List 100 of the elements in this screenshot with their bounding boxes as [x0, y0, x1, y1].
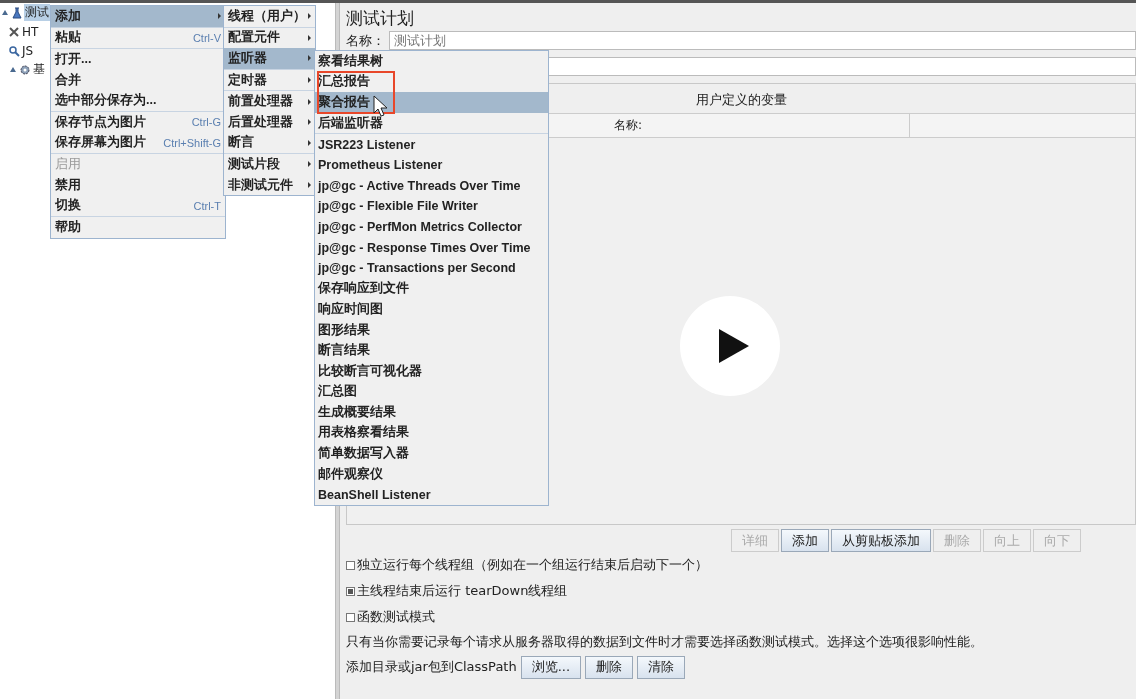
menu-item[interactable]: 保存节点为图片 Ctrl-G: [51, 111, 225, 133]
menu-item[interactable]: 邮件观察仪: [315, 463, 548, 485]
mouse-pointer-icon: [373, 95, 387, 117]
name-field[interactable]: 测试计划: [389, 31, 1136, 50]
classpath-button[interactable]: 浏览...: [520, 655, 582, 679]
menu-item-label: 汇总报告: [318, 73, 370, 91]
menu-item-label: 简单数据写入器: [318, 445, 409, 463]
menu-item[interactable]: 响应时间图: [315, 299, 548, 320]
menu-item-label: jp@gc - Response Times Over Time: [318, 240, 531, 255]
table-button[interactable]: 添加: [781, 529, 829, 552]
checkbox-label: 函数测试模式: [357, 608, 435, 626]
menu-item-label: 切换: [55, 197, 81, 215]
menu-item-label: 图形结果: [318, 321, 370, 339]
menu-item[interactable]: 简单数据写入器: [315, 443, 548, 464]
menu-item[interactable]: 非测试元件: [224, 174, 315, 196]
menu-item-label: 粘贴: [55, 29, 81, 47]
field-label: 名称：: [346, 31, 385, 50]
menu-item[interactable]: 合并: [51, 69, 225, 91]
menu-item[interactable]: jp@gc - Response Times Over Time: [315, 237, 548, 258]
menu-item-label: 后置处理器: [228, 113, 293, 131]
menu-item[interactable]: 后置处理器: [224, 111, 315, 133]
menu-item-label: jp@gc - PerfMon Metrics Collector: [318, 220, 522, 235]
menu-item[interactable]: 切换 Ctrl-T: [51, 195, 225, 216]
menu-item[interactable]: jp@gc - Transactions per Second: [315, 257, 548, 279]
menu-item[interactable]: 断言结果: [315, 340, 548, 361]
checkbox-label: 独立运行每个线程组（例如在一个组运行结束后启动下一个）: [357, 556, 708, 574]
menu-item-label: 察看结果树: [318, 52, 383, 70]
menu-item[interactable]: 比较断言可视化器: [315, 360, 548, 382]
menu-item[interactable]: BeanShell Listener: [315, 484, 548, 506]
checkbox[interactable]: [346, 560, 355, 570]
menu-item-label: 定时器: [228, 71, 267, 89]
checkbox-label: 主线程结束后运行 tearDown线程组: [357, 582, 568, 600]
menu-item[interactable]: 添加: [51, 6, 225, 27]
menu-item-label: 汇总图: [318, 383, 357, 401]
menu-item[interactable]: 保存屏幕为图片 Ctrl+Shift-G: [51, 132, 225, 154]
panel-title: 测试计划: [346, 7, 415, 30]
menu-item[interactable]: 聚合报告: [315, 92, 548, 113]
menu-item[interactable]: jp@gc - PerfMon Metrics Collector: [315, 216, 548, 238]
tree-item[interactable]: HT: [21, 24, 40, 39]
menu-item[interactable]: 打开...: [51, 49, 225, 70]
classpath-button[interactable]: 清除: [637, 655, 686, 679]
menu-item-label: 启用: [55, 155, 81, 173]
menu-item-label: 帮助: [55, 218, 81, 236]
menu-item-label: 用表格察看结果: [318, 424, 409, 442]
checkbox[interactable]: [346, 586, 355, 596]
menu-item-label: jp@gc - Transactions per Second: [318, 261, 516, 276]
menu-item-label: 打开...: [55, 51, 92, 68]
menu-item-label: 前置处理器: [228, 93, 293, 111]
classpath-button[interactable]: 删除: [585, 655, 634, 679]
menu-item-label: BeanShell Listener: [318, 487, 431, 502]
menu-item[interactable]: 察看结果树: [315, 51, 548, 72]
menu-item[interactable]: 线程（用户）: [224, 6, 315, 27]
shortcut-label: Ctrl-V: [191, 31, 221, 44]
menu-item-label: 测试片段: [228, 155, 280, 173]
menu-item-label: 断言: [228, 134, 254, 152]
menu-item[interactable]: 断言: [224, 132, 315, 154]
menu-item[interactable]: 选中部分保存为...: [51, 90, 225, 111]
menu-item[interactable]: Prometheus Listener: [315, 154, 548, 176]
menu-item-label: 监听器: [228, 50, 267, 67]
table-title: 用户定义的变量: [695, 92, 787, 107]
menu-item-label: 保存屏幕为图片: [55, 134, 146, 152]
checkbox[interactable]: [346, 612, 355, 622]
menu-item[interactable]: jp@gc - Active Threads Over Time: [315, 175, 548, 197]
menu-item-label: 邮件观察仪: [318, 465, 383, 483]
menu-item[interactable]: 定时器: [224, 69, 315, 91]
flask-icon: [11, 6, 23, 19]
menu-item[interactable]: 图形结果: [315, 319, 548, 341]
shortcut-label: Ctrl-T: [192, 199, 221, 212]
table-button[interactable]: 从剪贴板添加: [831, 529, 931, 552]
menu-item-label: 添加: [55, 7, 81, 25]
menu-item[interactable]: JSR223 Listener: [315, 134, 548, 155]
menu-item[interactable]: 配置元件: [224, 27, 315, 49]
tree-item[interactable]: 基: [32, 61, 46, 78]
menu-item-label: 断言结果: [318, 342, 370, 360]
menu-item-label: jp@gc - Flexible File Writer: [318, 199, 478, 214]
tree-item[interactable]: 测试: [24, 4, 50, 21]
menu-item-label: 响应时间图: [318, 300, 383, 318]
menu-item[interactable]: 用表格察看结果: [315, 422, 548, 444]
menu-item[interactable]: 粘贴 Ctrl-V: [51, 27, 225, 49]
menu-item[interactable]: 前置处理器: [224, 91, 315, 112]
menu-item[interactable]: 禁用: [51, 174, 225, 196]
menu-item[interactable]: 汇总图: [315, 381, 548, 403]
menu-item-label: 比较断言可视化器: [318, 362, 422, 380]
menu-item[interactable]: 保存响应到文件: [315, 278, 548, 300]
play-icon: [717, 327, 751, 365]
menu-item[interactable]: 测试片段: [224, 154, 315, 175]
tools-icon: [8, 25, 20, 38]
menu-item[interactable]: 帮助: [51, 216, 225, 238]
menu-item[interactable]: 汇总报告: [315, 71, 548, 93]
menu-item[interactable]: jp@gc - Flexible File Writer: [315, 196, 548, 217]
menu-item-label: JSR223 Listener: [318, 137, 416, 152]
menu-item[interactable]: 监听器: [224, 48, 315, 69]
menu-item-label: jp@gc - Active Threads Over Time: [318, 178, 521, 193]
note-text: 只有当你需要记录每个请求从服务器取得的数据到文件时才需要选择函数测试模式。选择这个选项很影响性能。: [346, 633, 984, 651]
menu-item[interactable]: 生成概要结果: [315, 402, 548, 423]
classpath-label: 添加目录或jar包到ClassPath: [346, 658, 517, 676]
tree-item[interactable]: JS: [21, 43, 35, 58]
shortcut-label: Ctrl+Shift-G: [162, 136, 221, 149]
menu-item-label: 选中部分保存为...: [55, 92, 157, 110]
menu-item-label: 线程（用户）: [228, 7, 306, 25]
